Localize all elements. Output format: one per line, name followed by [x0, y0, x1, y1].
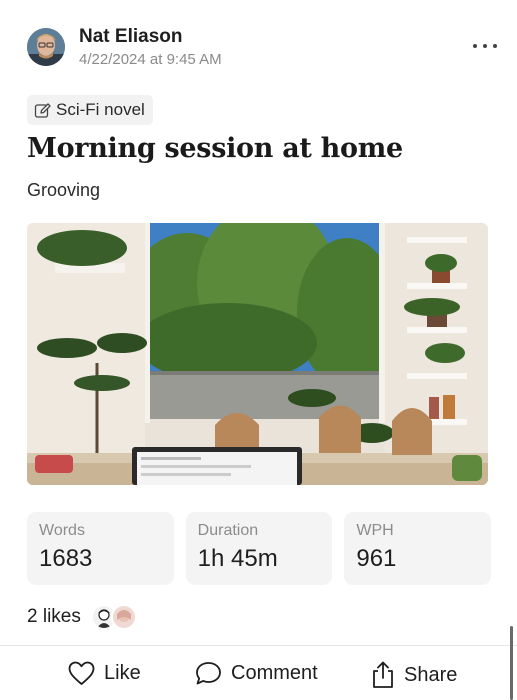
share-label: Share: [404, 663, 458, 686]
stat-duration: Duration 1h 45m: [185, 512, 333, 585]
post-title: Morning session at home: [27, 133, 403, 164]
dot-icon: [493, 44, 497, 48]
like-button[interactable]: Like: [68, 661, 141, 686]
stat-label: Duration: [197, 522, 259, 539]
like-label: Like: [104, 662, 141, 684]
author-name[interactable]: Nat Eliason: [79, 26, 182, 48]
stat-words: Words 1683: [27, 512, 174, 585]
project-tag[interactable]: Sci-Fi novel: [27, 95, 153, 125]
comment-label: Comment: [231, 662, 318, 684]
likes-summary[interactable]: 2 likes: [27, 603, 137, 631]
pencil-icon: [34, 102, 51, 118]
post-photo[interactable]: [27, 223, 488, 485]
stat-value: 1683: [39, 545, 93, 572]
session-stats: Words 1683 Duration 1h 45m WPH 961: [27, 512, 492, 585]
post-actions: Like Comment Share: [0, 655, 517, 697]
likes-count[interactable]: 2 likes: [27, 606, 81, 628]
share-icon: [373, 661, 393, 688]
heart-icon: [68, 661, 95, 685]
post-header: Nat Eliason 4/22/2024 at 9:45 AM: [27, 26, 497, 70]
more-options-button[interactable]: [473, 40, 497, 52]
stat-value: 1h 45m: [197, 545, 278, 572]
dot-icon: [483, 44, 487, 48]
comment-button[interactable]: Comment: [195, 661, 318, 686]
share-button[interactable]: Share: [371, 661, 457, 689]
scrollbar[interactable]: [510, 626, 513, 700]
author-avatar[interactable]: [27, 28, 65, 66]
liker-avatar[interactable]: [110, 604, 137, 630]
post-subtitle: Grooving: [27, 180, 101, 200]
stat-label: WPH: [356, 522, 394, 539]
post-timestamp: 4/22/2024 at 9:45 AM: [79, 51, 222, 68]
stat-wph: WPH 961: [344, 512, 492, 585]
stat-label: Words: [39, 522, 85, 539]
divider: [0, 645, 517, 646]
dot-icon: [473, 44, 477, 48]
tag-label: Sci-Fi novel: [56, 100, 145, 119]
comment-bubble-icon: [196, 662, 221, 685]
liker-avatars[interactable]: [90, 604, 137, 630]
stat-value: 961: [356, 545, 397, 572]
